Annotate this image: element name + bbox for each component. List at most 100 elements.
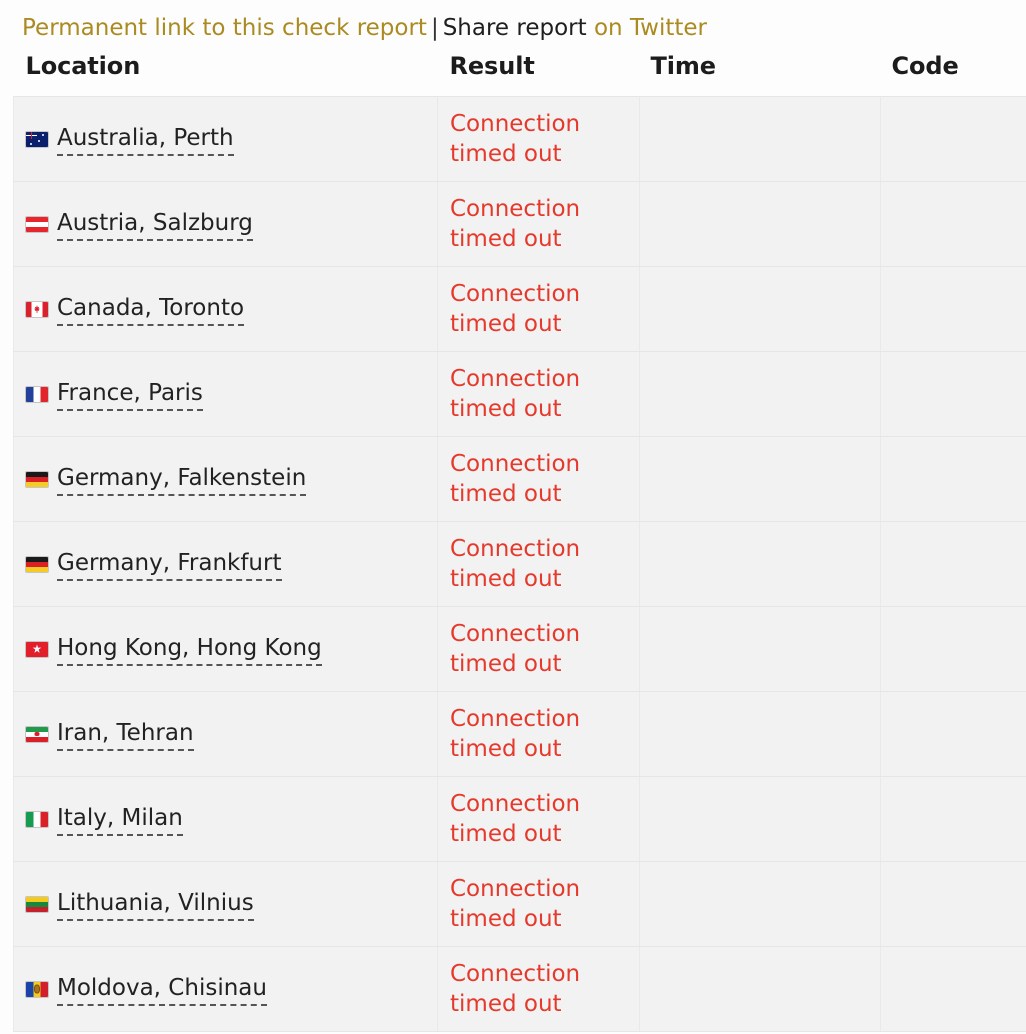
table-row: Australia, Perth Connection timed out (13, 96, 1026, 182)
result-text: Connection timed out (450, 791, 581, 847)
location-label[interactable]: Iran, Tehran (57, 718, 194, 751)
cell-time (639, 861, 881, 947)
cell-time (639, 606, 881, 692)
cell-result: Connection timed out (437, 776, 640, 862)
column-header-time: Time (639, 52, 881, 97)
cell-time (639, 521, 881, 607)
flag-moldova-icon (26, 981, 48, 997)
table-row: Moldova, Chisinau Connection timed out (13, 946, 1026, 1032)
permanent-link[interactable]: Permanent link to this check report (22, 15, 427, 41)
check-report-page: Permanent link to this check report | Shar… (0, 0, 1026, 1034)
cell-result: Connection timed out (437, 96, 640, 182)
column-header-code: Code (880, 52, 1026, 97)
cell-code (880, 266, 1026, 352)
cell-code (880, 606, 1026, 692)
table-row: France, Paris Connection timed out (13, 351, 1026, 437)
cell-time (639, 946, 881, 1032)
result-text: Connection timed out (450, 961, 581, 1017)
table-row: Iran, Tehran Connection timed out (13, 691, 1026, 777)
cell-location: Iran, Tehran (13, 691, 438, 777)
cell-location: Germany, Falkenstein (13, 436, 438, 522)
cell-code (880, 351, 1026, 437)
location-label[interactable]: Lithuania, Vilnius (57, 888, 254, 921)
cell-result: Connection timed out (437, 691, 640, 777)
flag-hong-kong-icon (26, 641, 48, 657)
cell-result: Connection timed out (437, 436, 640, 522)
location-label[interactable]: Australia, Perth (57, 123, 234, 156)
cell-result: Connection timed out (437, 606, 640, 692)
location-label[interactable]: Austria, Salzburg (57, 208, 253, 241)
result-text: Connection timed out (450, 706, 581, 762)
table-row: Austria, Salzburg Connection timed out (13, 181, 1026, 267)
flag-austria-icon (26, 216, 48, 232)
cell-code (880, 521, 1026, 607)
cell-time (639, 351, 881, 437)
cell-code (880, 861, 1026, 947)
cell-location: Australia, Perth (13, 96, 438, 182)
cell-result: Connection timed out (437, 351, 640, 437)
cell-code (880, 436, 1026, 522)
cell-result: Connection timed out (437, 861, 640, 947)
table-row: Germany, Falkenstein Connection timed out (13, 436, 1026, 522)
check-report-table: Location Result Time Code Australia, Per… (13, 52, 1026, 1032)
column-header-location: Location (13, 52, 438, 97)
table-row: Hong Kong, Hong Kong Connection timed out (13, 606, 1026, 692)
location-label[interactable]: Moldova, Chisinau (57, 973, 267, 1006)
cell-time (639, 181, 881, 267)
cell-location: Italy, Milan (13, 776, 438, 862)
cell-location: Austria, Salzburg (13, 181, 438, 267)
cell-time (639, 96, 881, 182)
share-on-twitter-link[interactable]: on Twitter (594, 15, 707, 41)
share-report-label: Share report (442, 15, 587, 41)
cell-code (880, 96, 1026, 182)
location-label[interactable]: Germany, Falkenstein (57, 463, 307, 496)
result-text: Connection timed out (450, 111, 581, 167)
flag-canada-icon (26, 301, 48, 317)
cell-time (639, 776, 881, 862)
cell-location: Germany, Frankfurt (13, 521, 438, 607)
cell-location: Canada, Toronto (13, 266, 438, 352)
table-row: Lithuania, Vilnius Connection timed out (13, 861, 1026, 947)
cell-time (639, 436, 881, 522)
cell-code (880, 946, 1026, 1032)
report-links-bar: Permanent link to this check report | Shar… (22, 14, 707, 42)
cell-location: Hong Kong, Hong Kong (13, 606, 438, 692)
cell-code (880, 776, 1026, 862)
link-separator: | (430, 15, 439, 41)
result-text: Connection timed out (450, 621, 581, 677)
cell-location: Moldova, Chisinau (13, 946, 438, 1032)
flag-germany-icon (26, 556, 48, 572)
table-header: Location Result Time Code (13, 52, 1026, 97)
result-text: Connection timed out (450, 281, 581, 337)
result-text: Connection timed out (450, 536, 581, 592)
table-header-row: Location Result Time Code (13, 52, 1026, 97)
flag-australia-icon (26, 131, 48, 147)
cell-code (880, 181, 1026, 267)
result-text: Connection timed out (450, 876, 581, 932)
cell-result: Connection timed out (437, 946, 640, 1032)
table-row: Germany, Frankfurt Connection timed out (13, 521, 1026, 607)
cell-result: Connection timed out (437, 266, 640, 352)
flag-lithuania-icon (26, 896, 48, 912)
cell-result: Connection timed out (437, 521, 640, 607)
cell-code (880, 691, 1026, 777)
table-body: Australia, Perth Connection timed out Aust… (13, 96, 1026, 1032)
location-label[interactable]: Italy, Milan (57, 803, 183, 836)
flag-italy-icon (26, 811, 48, 827)
location-label[interactable]: Canada, Toronto (57, 293, 245, 326)
location-label[interactable]: Germany, Frankfurt (57, 548, 282, 581)
result-text: Connection timed out (450, 366, 581, 422)
column-header-result: Result (437, 52, 640, 97)
cell-result: Connection timed out (437, 181, 640, 267)
table-row: Canada, Toronto Connection timed out (13, 266, 1026, 352)
location-label[interactable]: France, Paris (57, 378, 203, 411)
table-row: Italy, Milan Connection timed out (13, 776, 1026, 862)
flag-germany-icon (26, 471, 48, 487)
result-text: Connection timed out (450, 196, 581, 252)
cell-location: France, Paris (13, 351, 438, 437)
cell-time (639, 691, 881, 777)
location-label[interactable]: Hong Kong, Hong Kong (57, 633, 322, 666)
flag-iran-icon (26, 726, 48, 742)
flag-france-icon (26, 386, 48, 402)
cell-time (639, 266, 881, 352)
